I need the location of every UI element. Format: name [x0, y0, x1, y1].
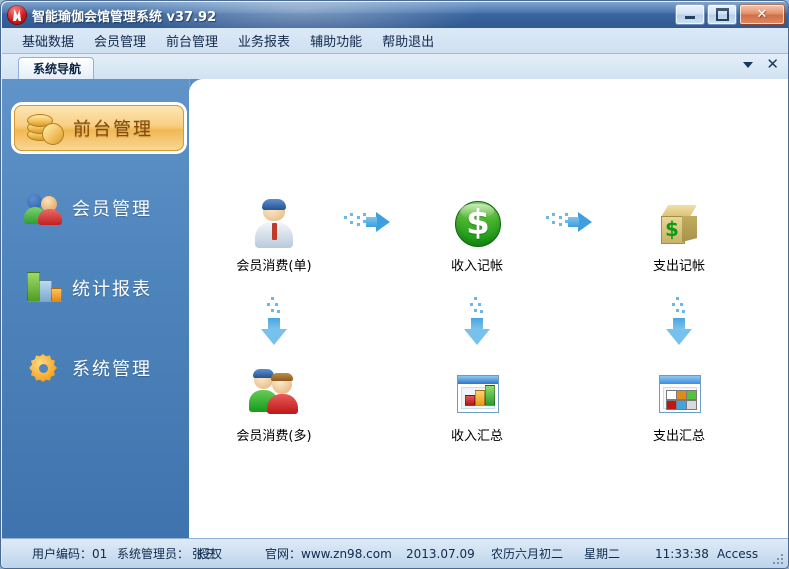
status-date: 2013.07.09: [406, 546, 475, 561]
status-weekday: 星期二: [584, 547, 621, 561]
bar-report-window-icon: [451, 369, 503, 421]
tile-label: 会员消费(单): [236, 259, 312, 274]
sidebar-item-statistics-report[interactable]: 统计报表: [14, 265, 184, 311]
minimize-icon: [676, 5, 704, 24]
menu-basic-data[interactable]: 基础数据: [12, 28, 84, 53]
status-bar: 用户编码：01 系统管理员： 张三 授权 官网：www.zn98.com 201…: [2, 538, 788, 568]
tile-expense-record[interactable]: $ 支出记帐: [624, 199, 734, 274]
tile-label: 支出汇总: [652, 429, 705, 444]
tile-label: 会员消费(多): [236, 429, 312, 444]
body-area: 前台管理 会员管理 统计报表 系统管理 会员消费(单) $ 收入记帐 $ 支出记…: [2, 79, 788, 538]
sidebar-item-label: 前台管理: [73, 119, 153, 140]
grid-report-window-icon: [653, 369, 705, 421]
tab-system-navigation[interactable]: 系统导航: [18, 57, 95, 79]
arrow-right-1: [344, 209, 390, 235]
sidebar-item-label: 统计报表: [72, 279, 152, 300]
window-title: 智能瑜伽会馆管理系统 v37.92: [32, 10, 217, 25]
arrow-down-3: [666, 297, 692, 345]
status-user-code: 用户编码：01: [32, 547, 108, 561]
multi-people-icon: [248, 369, 300, 421]
green-dollar-coin-icon: [451, 199, 503, 251]
tab-label: 系统导航: [33, 62, 82, 76]
arrow-right-2: [546, 209, 592, 235]
status-database: Access: [717, 546, 759, 561]
tile-label: 收入记帐: [450, 259, 503, 274]
window-frame: 智能瑜伽会馆管理系统 v37.92 ✕ 基础数据 会员管理 前台管理 业务报表 …: [0, 0, 789, 569]
tile-member-consume-single[interactable]: 会员消费(单): [219, 199, 329, 274]
dollar-box-icon: $: [653, 199, 705, 251]
menu-aux-function[interactable]: 辅助功能: [300, 28, 372, 53]
maximize-icon: [708, 5, 736, 24]
close-button[interactable]: ✕: [739, 4, 785, 25]
sidebar: 前台管理 会员管理 统计报表 系统管理: [2, 79, 190, 538]
flame-logo-icon: [8, 6, 26, 24]
menu-bar: 基础数据 会员管理 前台管理 业务报表 辅助功能 帮助退出: [2, 28, 788, 54]
tile-label: 支出记帐: [652, 259, 705, 274]
menu-member-management[interactable]: 会员管理: [84, 28, 156, 53]
close-icon: ✕: [756, 7, 768, 22]
status-admin-authorization: 授权: [198, 547, 223, 561]
window-controls: ✕: [675, 4, 785, 25]
minimize-button[interactable]: [675, 4, 705, 25]
tile-member-consume-multi[interactable]: 会员消费(多): [219, 369, 329, 444]
status-admin-label: 系统管理员：: [117, 547, 190, 561]
menu-help-exit[interactable]: 帮助退出: [372, 28, 444, 53]
two-people-icon: [24, 190, 64, 226]
arrow-down-2: [464, 297, 490, 345]
single-person-icon: [248, 199, 300, 251]
tile-income-summary[interactable]: 收入汇总: [422, 369, 532, 444]
menu-front-desk[interactable]: 前台管理: [156, 28, 228, 53]
menu-business-report[interactable]: 业务报表: [228, 28, 300, 53]
status-time: 11:33:38: [655, 546, 709, 561]
chevron-down-icon[interactable]: [743, 61, 754, 68]
status-lunar-date: 农历六月初二: [491, 547, 564, 561]
tile-expense-summary[interactable]: 支出汇总: [624, 369, 734, 444]
resize-grip-icon[interactable]: [773, 552, 785, 564]
gear-icon: [24, 350, 64, 386]
tile-income-record[interactable]: 收入记帐: [422, 199, 532, 274]
sidebar-item-system-management[interactable]: 系统管理: [14, 345, 184, 391]
arrow-down-1: [261, 297, 287, 345]
sidebar-item-member-management[interactable]: 会员管理: [14, 185, 184, 231]
application-window: 智能瑜伽会馆管理系统 v37.92 ✕ 基础数据 会员管理 前台管理 业务报表 …: [0, 0, 789, 569]
maximize-button[interactable]: [707, 4, 737, 25]
status-website: 官网：www.zn98.com: [265, 547, 392, 561]
bar-chart-icon: [24, 270, 64, 306]
coins-icon: [25, 110, 65, 146]
content-panel: 会员消费(单) 收入记帐: [189, 79, 788, 538]
tile-label: 收入汇总: [450, 429, 503, 444]
title-bar[interactable]: 智能瑜伽会馆管理系统 v37.92 ✕: [2, 2, 788, 28]
tab-strip: 系统导航 ✕: [2, 54, 788, 80]
sidebar-item-front-desk[interactable]: 前台管理: [14, 105, 184, 151]
tab-close-icon[interactable]: ✕: [766, 57, 779, 72]
sidebar-item-label: 会员管理: [72, 199, 152, 220]
sidebar-item-label: 系统管理: [72, 359, 152, 380]
tab-tools: ✕: [743, 57, 779, 72]
